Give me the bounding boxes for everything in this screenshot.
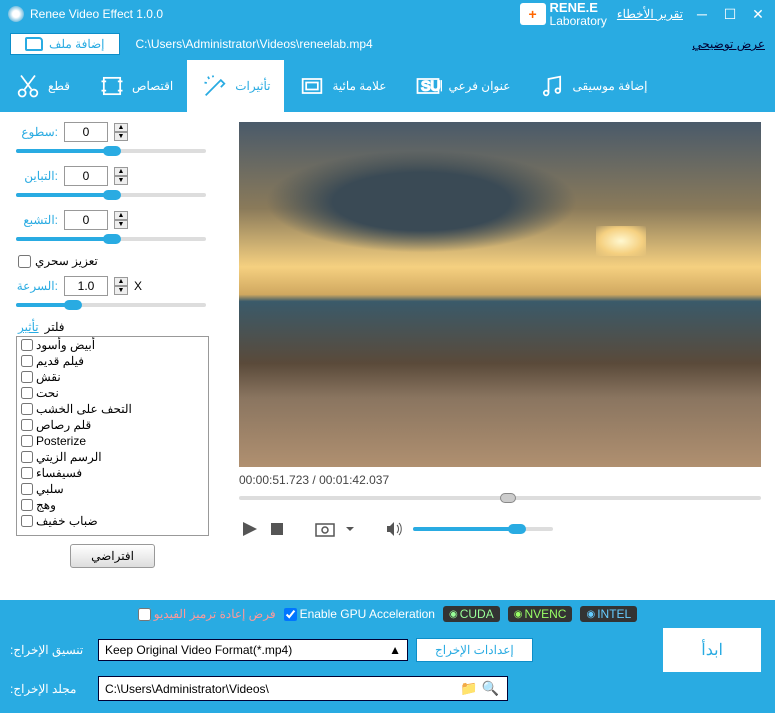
brightness-label: سطوع: [10,125,58,139]
output-settings-button[interactable]: إعدادات الإخراج [416,638,533,662]
filter-tab-effect[interactable]: تأثير [18,320,39,334]
folder-plus-icon [25,37,43,51]
file-path: C:\Users\Administrator\Videos\reneelab.m… [136,37,373,51]
app-logo-icon [8,6,24,22]
saturation-slider[interactable] [16,232,206,246]
contrast-input[interactable] [64,166,108,186]
filter-item[interactable]: التحف على الخشب [17,401,208,417]
filter-item[interactable]: قلم رصاص [17,417,208,433]
play-button[interactable] [239,519,259,539]
force-reencode-checkbox[interactable] [138,608,151,621]
nvenc-badge: ◉ NVENC [508,606,573,622]
gpu-accel-checkbox[interactable] [284,608,297,621]
saturation-input[interactable] [64,210,108,230]
filter-item[interactable]: Posterize [17,433,208,449]
filter-item[interactable]: الرسم الزيتي [17,449,208,465]
snapshot-button[interactable] [315,521,335,537]
minimize-button[interactable]: ─ [693,5,711,23]
volume-icon[interactable] [385,521,403,537]
filter-checkbox[interactable] [21,419,33,431]
chevron-up-icon: ▲ [389,643,401,657]
contrast-slider[interactable] [16,188,206,202]
filter-item[interactable]: نحت [17,385,208,401]
speed-up[interactable]: ▲ [114,277,128,286]
filter-tab-filter[interactable]: فلتر [45,320,65,334]
cuda-badge: ◉ CUDA [443,606,500,622]
tab-crop[interactable]: اقتصاص [84,60,187,112]
add-file-button[interactable]: إضافة ملف [10,33,120,55]
saturation-up[interactable]: ▲ [114,211,128,220]
filter-item[interactable]: أبيض وأسود [17,337,208,353]
speed-down[interactable]: ▼ [114,286,128,295]
tab-subtitle[interactable]: SUBعنوان فرعي [400,60,524,112]
tab-effects[interactable]: تأثيرات [187,60,284,112]
seek-slider[interactable] [239,491,761,505]
brightness-down[interactable]: ▼ [114,132,128,141]
contrast-up[interactable]: ▲ [114,167,128,176]
tab-music[interactable]: إضافة موسيقى [524,60,661,112]
filter-checkbox[interactable] [21,451,33,463]
brightness-input[interactable] [64,122,108,142]
filter-checkbox[interactable] [21,467,33,479]
video-preview [239,122,761,467]
speed-slider[interactable] [16,298,206,312]
search-icon[interactable]: 🔍 [482,680,499,697]
tab-cut[interactable]: قطع [0,60,84,112]
filter-item[interactable]: فسيفساء [17,465,208,481]
filter-checkbox[interactable] [21,403,33,415]
filter-checkbox[interactable] [21,515,33,527]
outdir-input[interactable]: C:\Users\Administrator\Videos\ 📁 🔍 [98,676,508,701]
tab-watermark[interactable]: علامة مائية [284,60,400,112]
svg-text:SUB: SUB [421,78,442,94]
contrast-label: التباين: [10,169,58,183]
outdir-label: :مجلد الإخراج [10,682,90,696]
bug-report-link[interactable]: تقرير الأخطاء [617,7,683,21]
filter-list[interactable]: أبيض وأسودفيلم قديمنقشنحتالتحف على الخشب… [16,336,209,536]
filter-item[interactable]: وهج [17,497,208,513]
filter-item[interactable]: نقش [17,369,208,385]
brand-text: RENE.ELaboratory [550,1,607,28]
format-label: :تنسيق الإخراج [10,643,90,657]
volume-slider[interactable] [413,524,553,534]
speed-label: السرعة: [10,279,58,293]
brightness-up[interactable]: ▲ [114,123,128,132]
brand-icon [520,3,546,25]
demo-link[interactable]: عرض توضيحي [692,37,765,51]
maximize-button[interactable]: ☐ [721,5,739,23]
speed-input[interactable] [64,276,108,296]
start-button[interactable]: ابدأ [663,628,761,672]
brightness-slider[interactable] [16,144,206,158]
snapshot-dropdown[interactable] [345,524,355,534]
saturation-label: التشبع: [10,213,58,227]
close-button[interactable]: ✕ [749,5,767,23]
filter-checkbox[interactable] [21,387,33,399]
filter-item[interactable]: سلبي [17,481,208,497]
app-title: Renee Video Effect 1.0.0 [30,7,163,21]
filter-item[interactable]: ضباب خفيف [17,513,208,529]
intel-badge: ◉ INTEL [580,606,637,622]
default-button[interactable]: افتراضي [70,544,155,568]
filter-checkbox[interactable] [21,339,33,351]
filter-checkbox[interactable] [21,435,33,447]
contrast-down[interactable]: ▼ [114,176,128,185]
format-select[interactable]: Keep Original Video Format(*.mp4)▲ [98,639,408,661]
filter-checkbox[interactable] [21,371,33,383]
filter-checkbox[interactable] [21,483,33,495]
saturation-down[interactable]: ▼ [114,220,128,229]
filter-item[interactable]: فيلم قديم [17,353,208,369]
filter-checkbox[interactable] [21,499,33,511]
time-display: 00:00:51.723 / 00:01:42.037 [239,473,761,487]
stop-button[interactable] [269,521,285,537]
folder-icon[interactable]: 📁 [460,680,477,697]
filter-checkbox[interactable] [21,355,33,367]
magic-enhance-label: تعزيز سحري [35,254,98,268]
magic-enhance-checkbox[interactable] [18,255,31,268]
